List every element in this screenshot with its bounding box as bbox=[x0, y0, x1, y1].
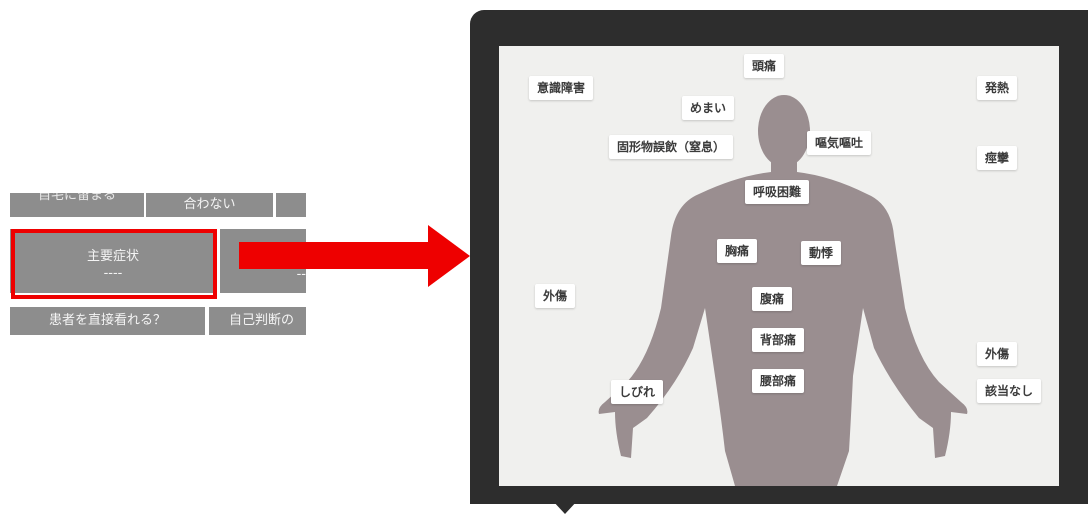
highlight-box bbox=[11, 229, 217, 299]
grid-cell-stay-home[interactable]: 自宅に留まる bbox=[10, 193, 144, 217]
symptom-choking[interactable]: 固形物誤飲（窒息） bbox=[609, 135, 734, 159]
body-map-canvas: 頭痛 意識障害 めまい 発熱 固形物誤飲（窒息） 嘔気嘔吐 痙攣 呼吸困難 胸痛… bbox=[499, 46, 1059, 486]
arrow-right-icon bbox=[428, 225, 470, 287]
human-body-silhouette bbox=[598, 95, 968, 486]
symptom-chest-pain[interactable]: 胸痛 bbox=[717, 239, 758, 263]
symptom-dyspnea[interactable]: 呼吸困難 bbox=[745, 180, 810, 204]
symptom-consciousness-disorder[interactable]: 意識障害 bbox=[529, 76, 594, 100]
arrow-shaft bbox=[239, 242, 429, 269]
symptom-popover: 頭痛 意識障害 めまい 発熱 固形物誤飲（窒息） 嘔気嘔吐 痙攣 呼吸困難 胸痛… bbox=[470, 10, 1088, 504]
grid-cell-label: 自宅に留まる bbox=[37, 193, 116, 203]
symptom-low-back-pain[interactable]: 腰部痛 bbox=[752, 369, 805, 393]
grid-cell-self-judgment[interactable]: 自己判断の bbox=[209, 307, 306, 335]
grid-cell-mismatch[interactable]: 合わない bbox=[146, 193, 273, 217]
symptom-nausea-vomiting[interactable]: 嘔気嘔吐 bbox=[807, 131, 872, 155]
grid-cell-direct-care[interactable]: 患者を直接看れる？ bbox=[10, 307, 205, 335]
symptom-convulsion[interactable]: 痙攣 bbox=[977, 146, 1018, 170]
symptom-trauma-right[interactable]: 外傷 bbox=[977, 342, 1018, 366]
symptom-trauma-left[interactable]: 外傷 bbox=[535, 284, 576, 308]
grid-cell-label: 患者を直接看れる？ bbox=[48, 313, 166, 328]
symptom-abdominal-pain[interactable]: 腹痛 bbox=[752, 287, 793, 311]
symptom-none[interactable]: 該当なし bbox=[977, 379, 1042, 403]
symptom-dizziness[interactable]: めまい bbox=[682, 96, 735, 120]
grid-cell-value: -- bbox=[296, 267, 306, 282]
symptom-palpitation[interactable]: 動悸 bbox=[801, 241, 842, 265]
grid-cell-top-right[interactable] bbox=[276, 193, 306, 217]
grid-cell-label: 自己判断の bbox=[229, 313, 295, 328]
symptom-fever[interactable]: 発熱 bbox=[977, 76, 1018, 100]
grid-cell-label: 合わない bbox=[183, 197, 236, 212]
symptom-back-pain[interactable]: 背部痛 bbox=[752, 328, 805, 352]
popover-pointer bbox=[552, 500, 578, 514]
symptom-numbness[interactable]: しびれ bbox=[611, 380, 664, 404]
symptom-headache[interactable]: 頭痛 bbox=[744, 54, 785, 78]
